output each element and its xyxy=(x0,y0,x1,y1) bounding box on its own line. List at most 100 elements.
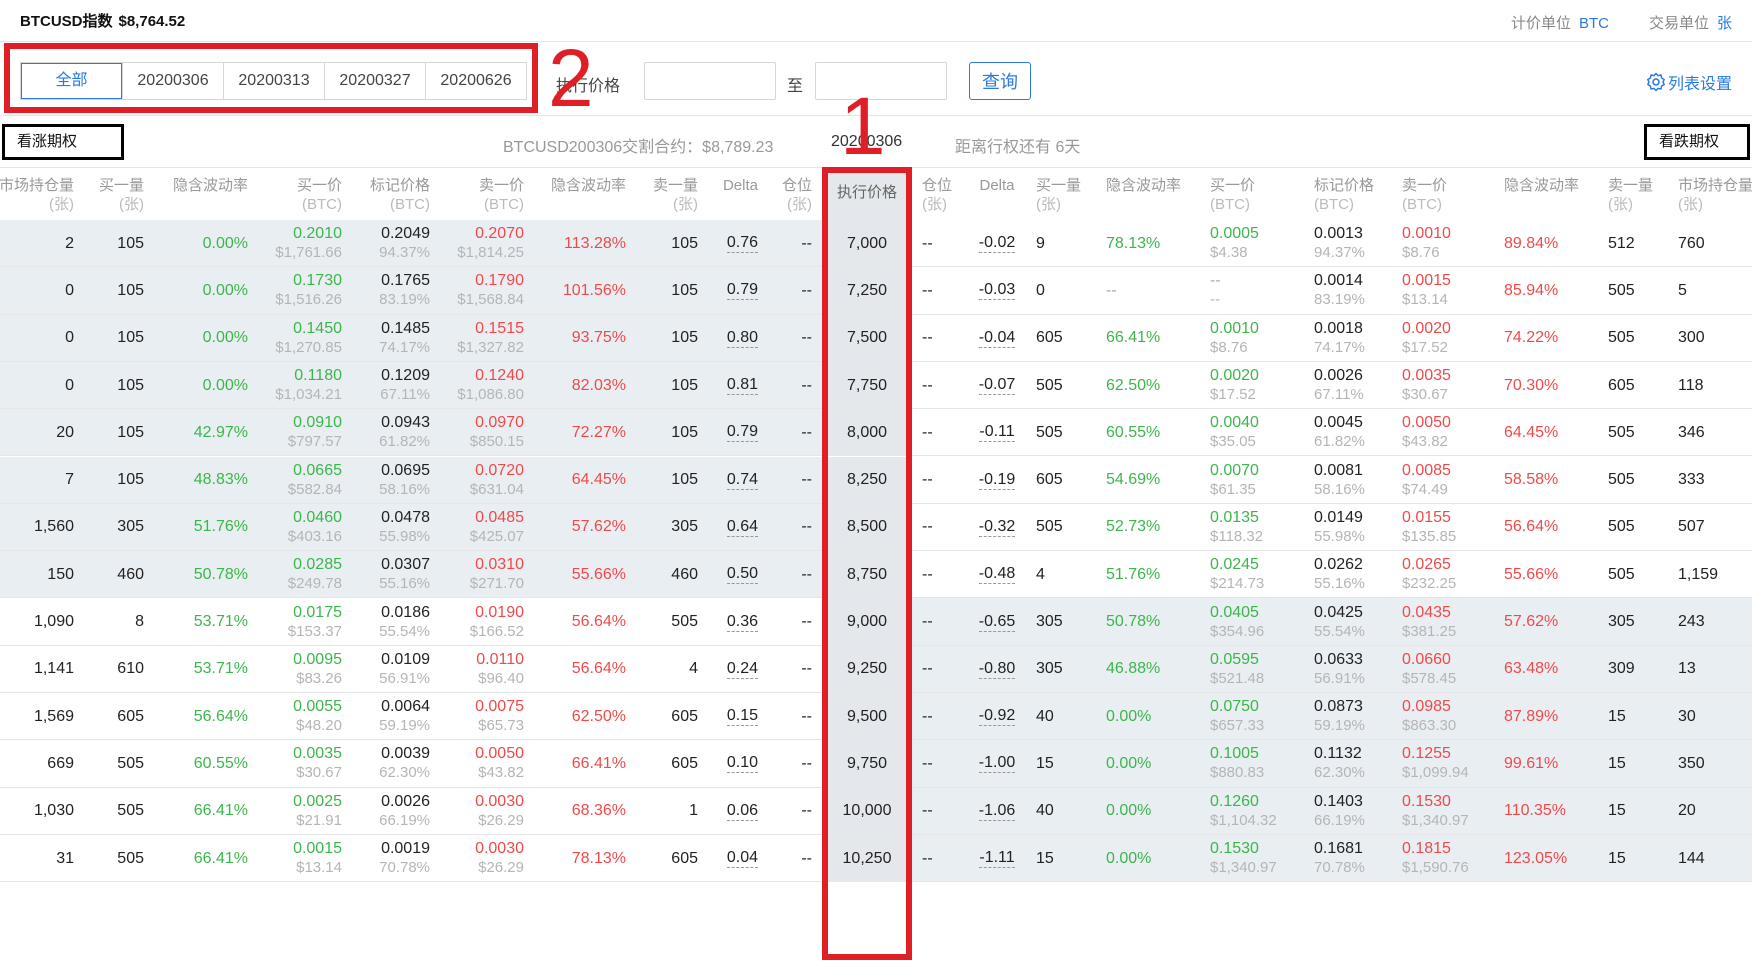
put-mark-cell[interactable]: 0.0633 56.91% xyxy=(1314,646,1394,692)
put-pos-cell[interactable]: -- xyxy=(922,835,962,881)
put-delta-cell[interactable]: -0.19 xyxy=(974,457,1020,503)
call-aiv-cell[interactable]: 66.41% xyxy=(530,740,626,786)
call-aiv-cell[interactable]: 55.66% xyxy=(530,551,626,597)
call-pos-cell[interactable]: -- xyxy=(770,362,812,408)
put-ask-cell[interactable]: 0.1255 $1,099.94 xyxy=(1402,740,1492,786)
put-aiv-cell[interactable]: 110.35% xyxy=(1504,788,1590,834)
put-pos-cell[interactable]: -- xyxy=(922,693,962,739)
put-bidqty-cell[interactable]: 15 xyxy=(1036,835,1084,881)
call-bidqty-cell[interactable]: 105 xyxy=(86,220,144,266)
put-ask-cell[interactable]: 0.1815 $1,590.76 xyxy=(1402,835,1492,881)
put-oi-cell[interactable]: 350 xyxy=(1678,740,1752,786)
put-aiv-cell[interactable]: 55.66% xyxy=(1504,551,1590,597)
put-mark-cell[interactable]: 0.1132 62.30% xyxy=(1314,740,1394,786)
put-aiv-cell[interactable]: 57.62% xyxy=(1504,598,1590,644)
call-oi-cell[interactable]: 31 xyxy=(0,835,74,881)
call-oi-cell[interactable]: 1,569 xyxy=(0,693,74,739)
query-button[interactable]: 查询 xyxy=(969,62,1031,100)
put-biv-cell[interactable]: 50.78% xyxy=(1106,598,1196,644)
put-mark-cell[interactable]: 0.0425 55.54% xyxy=(1314,598,1394,644)
put-biv-cell[interactable]: 0.00% xyxy=(1106,788,1196,834)
call-biv-cell[interactable]: 60.55% xyxy=(150,740,248,786)
put-bidqty-cell[interactable]: 4 xyxy=(1036,551,1084,597)
call-bid-cell[interactable]: 0.0910 $797.57 xyxy=(252,409,342,455)
call-biv-cell[interactable]: 42.97% xyxy=(150,409,248,455)
put-aiv-cell[interactable]: 87.89% xyxy=(1504,693,1590,739)
put-askqty-cell[interactable]: 505 xyxy=(1608,551,1658,597)
call-biv-cell[interactable]: 48.83% xyxy=(150,457,248,503)
put-mark-cell[interactable]: 0.0045 61.82% xyxy=(1314,409,1394,455)
put-oi-cell[interactable]: 1,159 xyxy=(1678,551,1752,597)
call-askqty-cell[interactable]: 105 xyxy=(630,315,698,361)
call-mark-cell[interactable]: 0.1209 67.11% xyxy=(346,362,430,408)
put-aiv-cell[interactable]: 70.30% xyxy=(1504,362,1590,408)
put-ask-cell[interactable]: 0.0085 $74.49 xyxy=(1402,457,1492,503)
put-oi-cell[interactable]: 507 xyxy=(1678,504,1752,550)
put-ask-cell[interactable]: 0.0265 $232.25 xyxy=(1402,551,1492,597)
put-pos-cell[interactable]: -- xyxy=(922,457,962,503)
call-mark-cell[interactable]: 0.0307 55.16% xyxy=(346,551,430,597)
put-bid-cell[interactable]: -- -- xyxy=(1210,267,1300,313)
call-ask-cell[interactable]: 0.0485 $425.07 xyxy=(436,504,524,550)
put-aiv-cell[interactable]: 64.45% xyxy=(1504,409,1590,455)
put-bid-cell[interactable]: 0.0005 $4.38 xyxy=(1210,220,1300,266)
call-aiv-cell[interactable]: 57.62% xyxy=(530,504,626,550)
call-mark-cell[interactable]: 0.1485 74.17% xyxy=(346,315,430,361)
put-aiv-cell[interactable]: 74.22% xyxy=(1504,315,1590,361)
put-oi-cell[interactable]: 5 xyxy=(1678,267,1752,313)
call-mark-cell[interactable]: 0.0039 62.30% xyxy=(346,740,430,786)
put-mark-cell[interactable]: 0.0149 55.98% xyxy=(1314,504,1394,550)
put-bidqty-cell[interactable]: 505 xyxy=(1036,504,1084,550)
call-delta-cell[interactable]: 0.50 xyxy=(716,551,758,597)
put-askqty-cell[interactable]: 512 xyxy=(1608,220,1658,266)
call-pos-cell[interactable]: -- xyxy=(770,740,812,786)
call-pos-cell[interactable]: -- xyxy=(770,457,812,503)
put-ask-cell[interactable]: 0.0035 $30.67 xyxy=(1402,362,1492,408)
call-aiv-cell[interactable]: 68.36% xyxy=(530,788,626,834)
put-delta-cell[interactable]: -1.06 xyxy=(974,788,1020,834)
call-ask-cell[interactable]: 0.0030 $26.29 xyxy=(436,835,524,881)
call-bid-cell[interactable]: 0.0025 $21.91 xyxy=(252,788,342,834)
call-bidqty-cell[interactable]: 105 xyxy=(86,362,144,408)
call-bidqty-cell[interactable]: 505 xyxy=(86,835,144,881)
call-delta-cell[interactable]: 0.76 xyxy=(716,220,758,266)
put-biv-cell[interactable]: 0.00% xyxy=(1106,693,1196,739)
call-delta-cell[interactable]: 0.81 xyxy=(716,362,758,408)
put-askqty-cell[interactable]: 505 xyxy=(1608,457,1658,503)
call-delta-cell[interactable]: 0.80 xyxy=(716,315,758,361)
put-bidqty-cell[interactable]: 9 xyxy=(1036,220,1084,266)
put-bid-cell[interactable]: 0.0070 $61.35 xyxy=(1210,457,1300,503)
put-biv-cell[interactable]: 46.88% xyxy=(1106,646,1196,692)
put-bid-cell[interactable]: 0.0405 $354.96 xyxy=(1210,598,1300,644)
price-unit-value[interactable]: BTC xyxy=(1579,15,1609,32)
put-oi-cell[interactable]: 30 xyxy=(1678,693,1752,739)
put-mark-cell[interactable]: 0.0873 59.19% xyxy=(1314,693,1394,739)
put-pos-cell[interactable]: -- xyxy=(922,788,962,834)
call-bidqty-cell[interactable]: 505 xyxy=(86,740,144,786)
put-bid-cell[interactable]: 0.1005 $880.83 xyxy=(1210,740,1300,786)
put-bidqty-cell[interactable]: 505 xyxy=(1036,362,1084,408)
call-askqty-cell[interactable]: 105 xyxy=(630,220,698,266)
put-bid-cell[interactable]: 0.0020 $17.52 xyxy=(1210,362,1300,408)
put-mark-cell[interactable]: 0.1681 70.78% xyxy=(1314,835,1394,881)
call-oi-cell[interactable]: 1,030 xyxy=(0,788,74,834)
put-pos-cell[interactable]: -- xyxy=(922,551,962,597)
put-bidqty-cell[interactable]: 40 xyxy=(1036,693,1084,739)
put-askqty-cell[interactable]: 505 xyxy=(1608,267,1658,313)
put-delta-cell[interactable]: -0.03 xyxy=(974,267,1020,313)
call-mark-cell[interactable]: 0.0478 55.98% xyxy=(346,504,430,550)
call-pos-cell[interactable]: -- xyxy=(770,693,812,739)
put-ask-cell[interactable]: 0.0985 $863.30 xyxy=(1402,693,1492,739)
call-bid-cell[interactable]: 0.0055 $48.20 xyxy=(252,693,342,739)
put-bid-cell[interactable]: 0.0135 $118.32 xyxy=(1210,504,1300,550)
put-bid-cell[interactable]: 0.0750 $657.33 xyxy=(1210,693,1300,739)
put-pos-cell[interactable]: -- xyxy=(922,740,962,786)
put-biv-cell[interactable]: -- xyxy=(1106,267,1196,313)
call-aiv-cell[interactable]: 56.64% xyxy=(530,598,626,644)
call-oi-cell[interactable]: 0 xyxy=(0,267,74,313)
put-biv-cell[interactable]: 0.00% xyxy=(1106,835,1196,881)
put-bidqty-cell[interactable]: 305 xyxy=(1036,646,1084,692)
call-bidqty-cell[interactable]: 605 xyxy=(86,693,144,739)
call-biv-cell[interactable]: 0.00% xyxy=(150,362,248,408)
put-biv-cell[interactable]: 78.13% xyxy=(1106,220,1196,266)
